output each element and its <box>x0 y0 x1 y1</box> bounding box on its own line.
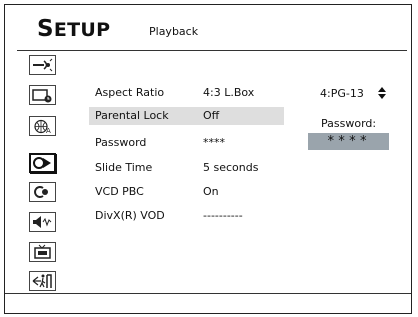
setting-label: VCD PBC <box>95 185 144 198</box>
television-icon[interactable] <box>29 242 56 262</box>
setting-label: Aspect Ratio <box>95 86 165 99</box>
password-input[interactable]: **** <box>308 133 389 150</box>
setting-vcd-pbc[interactable]: VCD PBC On <box>5 183 295 201</box>
setting-label: Password <box>95 136 147 149</box>
setting-slide-time[interactable]: Slide Time 5 seconds <box>5 159 295 177</box>
up-down-arrow-icon[interactable] <box>376 85 388 101</box>
setting-value: On <box>203 185 219 198</box>
setting-password[interactable]: Password **** <box>5 134 295 152</box>
page-subtitle: Playback <box>149 25 199 38</box>
setting-label: DivX(R) VOD <box>95 209 165 222</box>
setting-value: 4:3 L.Box <box>203 86 255 99</box>
setting-label: Parental Lock <box>95 109 169 122</box>
rating-selector[interactable]: 4:PG-13 <box>320 87 364 100</box>
header: SETUP Playback <box>5 5 411 49</box>
satellite-dish-icon[interactable] <box>29 55 56 75</box>
title-initial: S <box>37 16 54 42</box>
password-label: Password: <box>321 117 377 130</box>
exit-door-icon[interactable] <box>29 271 56 291</box>
setup-window: SETUP Playback A Aspect Ratio 4:3 L.Box … <box>4 4 412 314</box>
page-title: SETUP <box>37 16 110 42</box>
svg-text:A: A <box>46 127 51 134</box>
setting-value: 5 seconds <box>203 161 259 174</box>
title-rest: ETUP <box>53 19 111 41</box>
setting-parental-lock[interactable]: Parental Lock Off <box>5 107 295 125</box>
header-divider <box>17 50 407 51</box>
setting-value: Off <box>203 109 220 122</box>
setting-label: Slide Time <box>95 161 153 174</box>
footer-divider <box>5 293 411 294</box>
setting-value: **** <box>203 136 225 149</box>
setting-value: ---------- <box>203 209 243 222</box>
setting-aspect-ratio[interactable]: Aspect Ratio 4:3 L.Box <box>5 84 295 102</box>
setting-divx-vod[interactable]: DivX(R) VOD ---------- <box>5 207 295 225</box>
